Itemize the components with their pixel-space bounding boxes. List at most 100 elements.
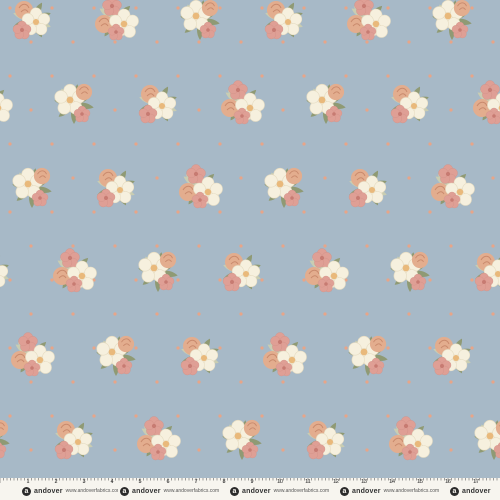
polka-dot (113, 312, 117, 316)
polka-dot (344, 414, 348, 418)
polka-dot (197, 108, 201, 112)
polka-dot (176, 414, 180, 418)
polka-dot (407, 244, 411, 248)
selvage-brand: a andover www.andoverfabrics.com (338, 485, 442, 497)
polka-dot (407, 380, 411, 384)
polka-dot (50, 6, 54, 10)
polka-dot (218, 210, 222, 214)
polka-dot (155, 244, 159, 248)
polka-dot (50, 74, 54, 78)
polka-dot (218, 414, 222, 418)
polka-dot (281, 312, 285, 316)
polka-dot (407, 40, 411, 44)
polka-dot (428, 6, 432, 10)
polka-dot (50, 142, 54, 146)
andover-logo-icon: a (120, 486, 129, 496)
polka-dot (386, 74, 390, 78)
polka-dot (71, 312, 75, 316)
selvage-brand: a andover www.andoverfabrics.com (20, 485, 124, 497)
polka-dot (218, 6, 222, 10)
polka-dot (113, 244, 117, 248)
polka-dot (428, 346, 432, 350)
polka-dot (323, 380, 327, 384)
polka-dot (281, 108, 285, 112)
brand-website: www.andoverfabrics.com (273, 488, 330, 494)
brand-name: andover (462, 487, 491, 495)
polka-dot (113, 448, 117, 452)
polka-dot (344, 142, 348, 146)
polka-dot (71, 244, 75, 248)
polka-dot (260, 414, 264, 418)
polka-dot (491, 40, 495, 44)
polka-dot (8, 278, 12, 282)
selvage-brand: a andover www.andoverfabrics.com (118, 485, 222, 497)
polka-dot (323, 312, 327, 316)
polka-dot (176, 278, 180, 282)
polka-dot (50, 346, 54, 350)
polka-dot (50, 210, 54, 214)
polka-dot (386, 346, 390, 350)
polka-dot (470, 278, 474, 282)
polka-dot (8, 6, 12, 10)
polka-dot (92, 74, 96, 78)
polka-dot (302, 414, 306, 418)
polka-dot (218, 346, 222, 350)
polka-dot (239, 40, 243, 44)
polka-dot (281, 40, 285, 44)
brand-name: andover (34, 487, 63, 495)
selvage-brand: a andover (448, 485, 493, 497)
polka-dot (344, 74, 348, 78)
polka-dot (260, 346, 264, 350)
polka-dot (155, 312, 159, 316)
polka-dot (344, 210, 348, 214)
polka-dot (491, 176, 495, 180)
polka-dot (323, 176, 327, 180)
polka-dot (155, 176, 159, 180)
polka-dot (428, 74, 432, 78)
polka-dot (113, 108, 117, 112)
polka-dot (470, 142, 474, 146)
polka-dot (176, 210, 180, 214)
polka-dot (428, 414, 432, 418)
polka-dot (176, 142, 180, 146)
andover-logo-icon: a (230, 486, 239, 496)
polka-dot (491, 380, 495, 384)
polka-dot (449, 380, 453, 384)
polka-dot (365, 380, 369, 384)
polka-dot (470, 210, 474, 214)
polka-dot (281, 244, 285, 248)
polka-dot (365, 312, 369, 316)
polka-dot (197, 312, 201, 316)
polka-dot (50, 414, 54, 418)
polka-dot (323, 40, 327, 44)
brand-name: andover (242, 487, 271, 495)
brand-name: andover (132, 487, 161, 495)
polka-dot (239, 380, 243, 384)
polka-dot (260, 210, 264, 214)
polka-dot (8, 414, 12, 418)
polka-dot (29, 108, 33, 112)
polka-dot (302, 142, 306, 146)
polka-dot (302, 74, 306, 78)
polka-dot (134, 6, 138, 10)
polka-dot (218, 142, 222, 146)
polka-dot (449, 244, 453, 248)
andover-logo-icon: a (22, 486, 31, 496)
fabric-swatch: .cf-petal{fill:#f6f0de;stroke:#e6dcc2;st… (0, 0, 500, 478)
polka-dot (491, 312, 495, 316)
polka-dot (113, 380, 117, 384)
polka-dot (470, 74, 474, 78)
polka-dot (50, 278, 54, 282)
polka-dot (71, 176, 75, 180)
polka-dot (176, 346, 180, 350)
polka-dot (386, 278, 390, 282)
polka-dot (365, 448, 369, 452)
polka-dot (449, 40, 453, 44)
andover-logo-icon: a (450, 486, 459, 496)
andover-logo-icon: a (340, 486, 349, 496)
polka-dot (386, 414, 390, 418)
polka-dot (344, 6, 348, 10)
polka-dot (428, 210, 432, 214)
brand-website: www.andoverfabrics.com (163, 488, 220, 494)
polka-dot (281, 448, 285, 452)
